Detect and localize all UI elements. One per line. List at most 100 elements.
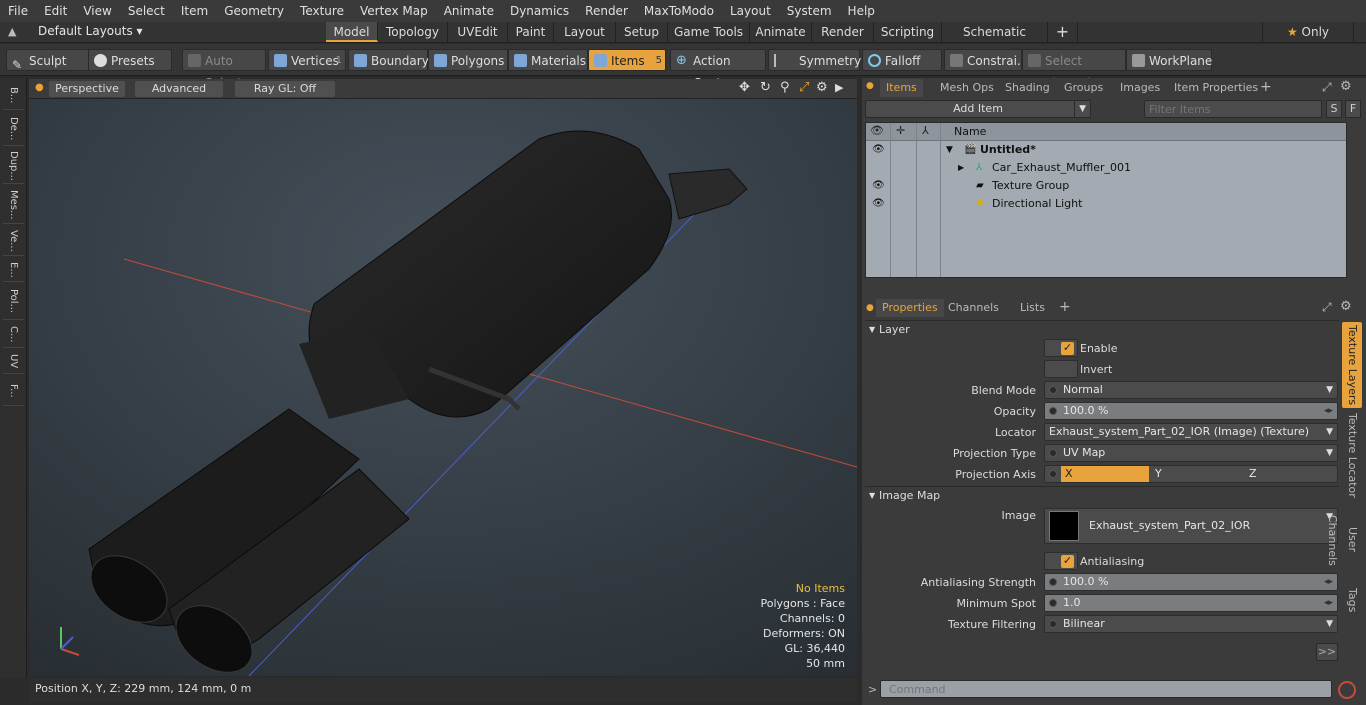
left-tab-curve[interactable]: C...	[3, 322, 24, 348]
side-tab-tags[interactable]: Tags	[1342, 580, 1362, 620]
menu-item[interactable]: Item	[173, 0, 216, 22]
menu-texture[interactable]: Texture	[292, 0, 352, 22]
add-panel-tab-plus-icon[interactable]: +	[1260, 79, 1272, 95]
rotate-icon[interactable]: ↻	[760, 80, 771, 95]
only-toggle[interactable]: ★ Only	[1262, 22, 1354, 42]
items-button[interactable]: Items 5	[588, 49, 666, 71]
zoom-icon[interactable]: ⚲	[780, 80, 790, 95]
tab-animate[interactable]: Animate	[750, 22, 812, 42]
menu-layout[interactable]: Layout	[722, 0, 779, 22]
view-type-button[interactable]: Perspective	[49, 81, 125, 97]
tab-mesh-ops[interactable]: Mesh Ops	[934, 79, 1000, 97]
tab-layout[interactable]: Layout	[554, 22, 616, 42]
aa-strength-slider[interactable]: 100.0 % ◂▸	[1044, 573, 1338, 591]
left-tab-polygon[interactable]: Pol...	[3, 284, 24, 320]
tab-game-tools[interactable]: Game Tools	[668, 22, 750, 42]
action-center-button[interactable]: ⊕Action Center	[670, 49, 766, 90]
maximize-icon[interactable]: ⤢	[799, 80, 809, 95]
tab-uvedit[interactable]: UVEdit	[448, 22, 508, 42]
symmetry-button[interactable]: Symmetry	[768, 49, 861, 71]
viewport-menu-dot-icon[interactable]: ●	[35, 82, 44, 93]
texture-filtering-select[interactable]: Bilinear ▼	[1044, 615, 1338, 633]
tab-images[interactable]: Images	[1114, 79, 1166, 97]
menu-maxtomodo[interactable]: MaxToModo	[636, 0, 722, 22]
panel-gear-icon[interactable]: ⚙	[1340, 79, 1352, 94]
add-tab-plus-icon[interactable]: +	[1048, 22, 1078, 42]
tab-setup[interactable]: Setup	[616, 22, 668, 42]
3d-viewport[interactable]: ● Perspective Advanced Ray GL: Off ✥ ↻ ⚲…	[29, 79, 857, 676]
filter-items-input[interactable]	[1144, 100, 1322, 118]
menu-animate[interactable]: Animate	[436, 0, 502, 22]
f-filter-button[interactable]: F	[1345, 100, 1361, 118]
collapse-arrow-icon[interactable]: ▲	[8, 25, 16, 38]
advanced-button[interactable]: Advanced	[135, 81, 223, 97]
tree-row-directional-light[interactable]: 👁 ✹ Directional Light	[866, 195, 1346, 213]
menu-system[interactable]: System	[779, 0, 840, 22]
add-item-button[interactable]: Add Item ▼	[865, 100, 1091, 118]
expand-triangle-icon[interactable]: ▶	[958, 159, 964, 177]
add-props-tab-plus-icon[interactable]: +	[1059, 299, 1071, 315]
tab-topology[interactable]: Topology	[378, 22, 448, 42]
menu-edit[interactable]: Edit	[36, 0, 75, 22]
tab-render[interactable]: Render	[812, 22, 874, 42]
menu-geometry[interactable]: Geometry	[216, 0, 292, 22]
menu-view[interactable]: View	[75, 0, 119, 22]
command-input[interactable]	[880, 680, 1332, 698]
tree-row-mesh[interactable]: ▶ ⅄ Car_Exhaust_Muffler_001	[866, 159, 1346, 177]
polygons-button[interactable]: Polygons	[428, 49, 508, 71]
left-tab-vertex[interactable]: Ve...	[3, 226, 24, 256]
tab-model[interactable]: Model	[326, 22, 378, 42]
enable-checkbox[interactable]: ✓	[1044, 339, 1078, 357]
left-tab-uv[interactable]: UV	[3, 350, 24, 374]
pan-icon[interactable]: ✥	[739, 80, 750, 95]
collapse-triangle-icon[interactable]: ▼	[946, 141, 953, 159]
falloff-button[interactable]: Falloff	[862, 49, 942, 71]
axis-y-option[interactable]: Y	[1155, 466, 1162, 482]
eye-icon[interactable]: 👁	[872, 177, 885, 195]
auto-select-button[interactable]: Auto Select	[182, 49, 266, 90]
eye-icon[interactable]: 👁	[872, 141, 885, 159]
select-through-button[interactable]: Select Through	[1022, 49, 1126, 90]
tab-groups[interactable]: Groups	[1058, 79, 1109, 97]
left-tab-deform[interactable]: De...	[3, 112, 24, 146]
vertices-button[interactable]: Vertices 1	[268, 49, 346, 71]
antialiasing-checkbox[interactable]: ✓	[1044, 552, 1078, 570]
sculpt-button[interactable]: ✎ Sculpt	[6, 49, 90, 72]
s-filter-button[interactable]: S	[1326, 100, 1342, 118]
opacity-slider[interactable]: 100.0 % ◂▸	[1044, 402, 1338, 420]
left-tab-mesh-edit[interactable]: Mes...	[3, 186, 24, 224]
side-tab-texture-locator[interactable]: Texture Locator	[1342, 410, 1362, 500]
left-tab-edge[interactable]: E...	[3, 258, 24, 282]
layout-selector[interactable]: Default Layouts ▾	[38, 24, 143, 38]
props-gear-icon[interactable]: ⚙	[1340, 299, 1352, 314]
locator-select[interactable]: Exhaust_system_Part_02_IOR (Image) (Text…	[1044, 423, 1338, 441]
menu-file[interactable]: File	[0, 0, 36, 22]
axis-x-option[interactable]: X	[1061, 466, 1149, 482]
layer-section-header[interactable]: ▼ Layer	[865, 320, 1339, 338]
min-spot-slider[interactable]: 1.0 ◂▸	[1044, 594, 1338, 612]
name-column-header[interactable]: Name	[954, 125, 986, 138]
gear-icon[interactable]: ⚙	[816, 80, 828, 95]
tab-lists[interactable]: Lists	[1014, 299, 1051, 317]
tab-paint[interactable]: Paint	[508, 22, 554, 42]
menu-help[interactable]: Help	[840, 0, 883, 22]
menu-dynamics[interactable]: Dynamics	[502, 0, 577, 22]
raygl-button[interactable]: Ray GL: Off	[235, 81, 335, 97]
boundary-button[interactable]: Boundary	[348, 49, 429, 71]
image-map-section-header[interactable]: ▼ Image Map	[865, 486, 1339, 504]
more-options-button[interactable]: >>	[1316, 643, 1338, 661]
tree-row-untitled[interactable]: 👁 ▼ 🎬 Untitled*	[866, 141, 1346, 159]
blend-mode-select[interactable]: Normal ▼	[1044, 381, 1338, 399]
constraints-button[interactable]: Constrai...	[944, 49, 1028, 71]
record-icon[interactable]	[1338, 681, 1356, 699]
side-tab-texture-layers[interactable]: Texture Layers	[1342, 322, 1362, 408]
tab-item-properties[interactable]: Item Properties	[1168, 79, 1264, 97]
image-select[interactable]: Exhaust_system_Part_02_IOR ▼	[1044, 508, 1338, 544]
presets-button[interactable]: Presets	[88, 49, 172, 71]
materials-button[interactable]: Materials	[508, 49, 588, 71]
expand-panel-icon[interactable]: ⤢	[1322, 80, 1332, 95]
panel-menu-dot-icon[interactable]: ●	[866, 81, 874, 91]
tree-row-texture-group[interactable]: 👁 ▰ Texture Group	[866, 177, 1346, 195]
workplane-button[interactable]: WorkPlane	[1126, 49, 1212, 71]
side-tab-user-channels[interactable]: User Channels	[1326, 502, 1362, 578]
